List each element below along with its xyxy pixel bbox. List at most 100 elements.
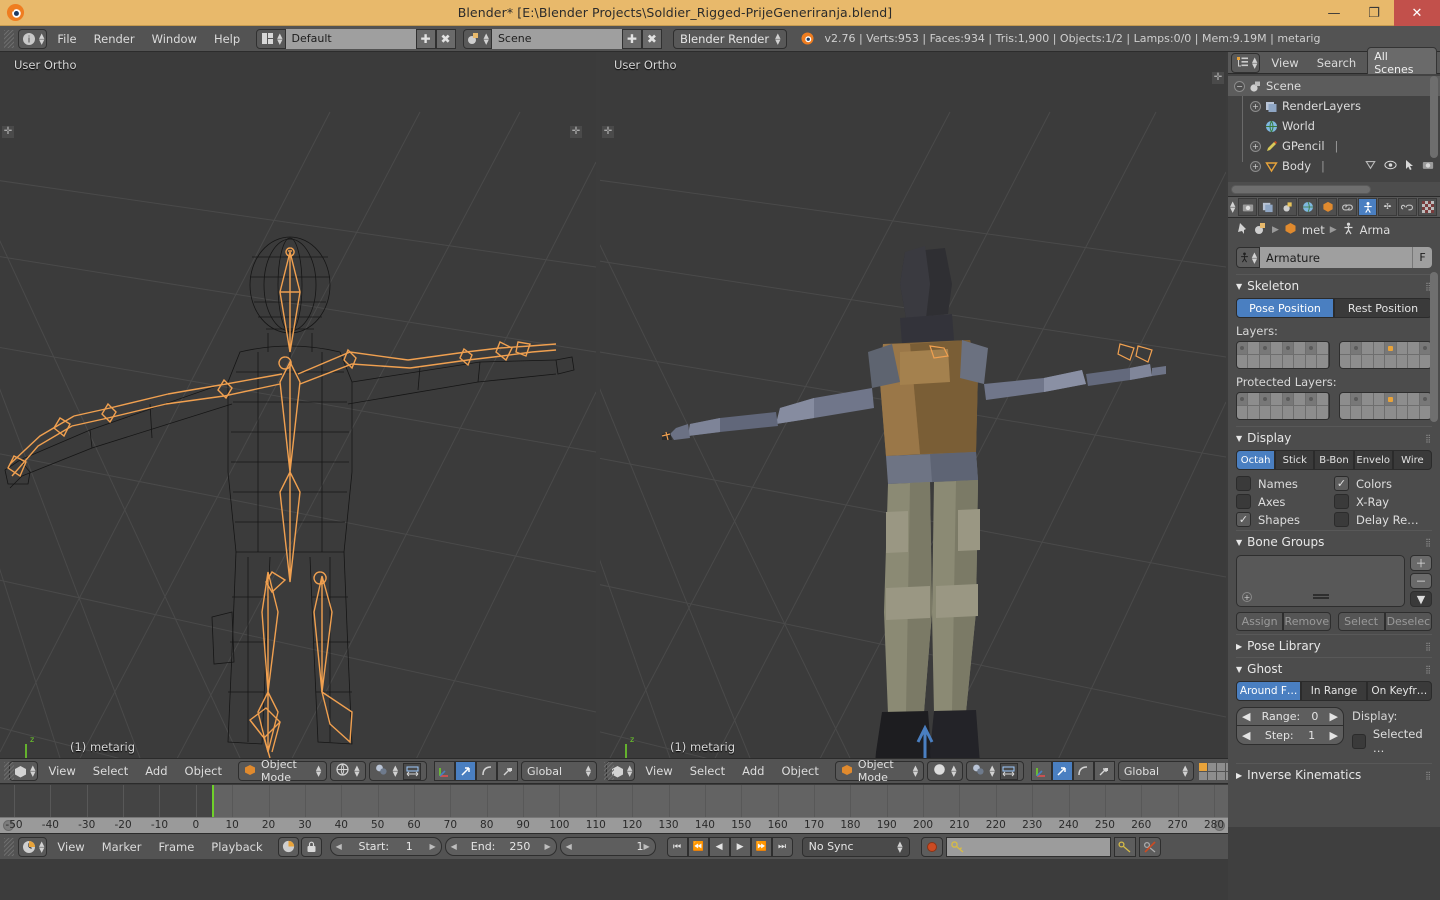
previous-keyframe-button[interactable]: ⏪ bbox=[687, 836, 709, 857]
timeline-playhead[interactable] bbox=[212, 785, 214, 817]
protected-layers-group-right[interactable] bbox=[1338, 392, 1432, 420]
minimize-button[interactable]: — bbox=[1314, 0, 1354, 26]
layer-cell[interactable] bbox=[1305, 355, 1318, 368]
editor-type-selector-info[interactable]: i ▲ ▼ bbox=[18, 28, 48, 49]
layer-cell[interactable] bbox=[1385, 355, 1397, 368]
next-keyframe-button[interactable]: ⏩ bbox=[750, 836, 772, 857]
snap-during-transform-icon[interactable] bbox=[999, 762, 1018, 780]
active-keying-set-field[interactable] bbox=[945, 836, 1111, 857]
properties-scrollbar[interactable] bbox=[1430, 272, 1438, 422]
armature-datablock-icon[interactable]: ▲ ▼ bbox=[1236, 247, 1260, 268]
protected-layers-group-left[interactable] bbox=[1236, 392, 1330, 420]
breadcrumb-object-name[interactable]: met bbox=[1302, 223, 1325, 237]
panel-drag-dots[interactable]: ⣿ bbox=[1425, 538, 1432, 547]
scene-tab[interactable] bbox=[1278, 198, 1298, 216]
jump-to-end-button[interactable]: ⏭ bbox=[771, 836, 793, 857]
armature-tab[interactable] bbox=[1358, 198, 1378, 216]
outliner-row-world[interactable]: World bbox=[1228, 116, 1440, 136]
panel-drag-dots[interactable]: ⣿ bbox=[1425, 665, 1432, 674]
material-tab[interactable] bbox=[1418, 198, 1438, 216]
properties-body[interactable]: ▲ ▼ Armature F ▼ Skeleton ⣿ Pose Position… bbox=[1228, 242, 1440, 827]
timeline-menu-frame[interactable]: Frame bbox=[151, 838, 201, 856]
bone-groups-list[interactable]: + bbox=[1236, 555, 1405, 607]
outliner-body[interactable]: − Scene + RenderLayers World + GPencil | + Body | bbox=[1228, 74, 1440, 182]
protected-layer-cell[interactable] bbox=[1282, 393, 1295, 406]
rotate-manipulator-button[interactable] bbox=[1072, 761, 1094, 781]
menu-help[interactable]: Help bbox=[207, 30, 247, 48]
fake-user-button[interactable]: F bbox=[1412, 247, 1432, 268]
layer-cell-active[interactable] bbox=[1385, 342, 1397, 355]
manipulator-toggle-button[interactable] bbox=[434, 761, 455, 781]
protected-layer-cell[interactable] bbox=[1350, 406, 1363, 419]
expand-collapse-icon[interactable]: + bbox=[1250, 160, 1261, 172]
protected-layer-cell[interactable] bbox=[1373, 406, 1386, 419]
remove-bone-group-button[interactable]: － bbox=[1410, 573, 1432, 589]
outliner-scrollbar-thumb[interactable] bbox=[1231, 184, 1371, 194]
delete-keyframe-button[interactable] bbox=[1138, 836, 1161, 857]
outliner-row-scene[interactable]: − Scene bbox=[1228, 76, 1440, 96]
frame-start-field[interactable]: ◀ Start: 1 ▶ bbox=[329, 837, 442, 856]
pin-icon[interactable] bbox=[1236, 222, 1249, 238]
rest-position-button[interactable]: Rest Position bbox=[1334, 298, 1432, 318]
chevron-right-icon[interactable]: ▶ bbox=[429, 842, 435, 851]
menu-file[interactable]: File bbox=[50, 30, 83, 48]
viewport-left-topleft-handle[interactable]: ✛ bbox=[2, 126, 14, 138]
checkbox-colors[interactable]: ✓ Colors bbox=[1334, 476, 1432, 491]
vp-right-menu-add[interactable]: Add bbox=[735, 762, 771, 780]
protected-layer-cell[interactable] bbox=[1237, 406, 1249, 419]
layer-cell[interactable] bbox=[1237, 355, 1249, 368]
add-screen-layout-button[interactable]: ✚ bbox=[415, 28, 436, 49]
ghost-mode-2-button[interactable]: On Keyfr… bbox=[1366, 681, 1432, 701]
protected-layer-cell[interactable] bbox=[1362, 393, 1374, 406]
viewport-left-topright-handle[interactable]: ✛ bbox=[570, 126, 582, 138]
deselect-button[interactable]: Deselec bbox=[1384, 612, 1432, 631]
layer-cell[interactable] bbox=[1294, 342, 1306, 355]
chevron-left-icon[interactable]: ◀ bbox=[566, 842, 572, 851]
vp-right-menu-view[interactable]: View bbox=[638, 762, 679, 780]
menu-render[interactable]: Render bbox=[87, 30, 142, 48]
checkbox-ghost-selected[interactable]: Selected … bbox=[1352, 727, 1432, 755]
delete-screen-layout-button[interactable]: ✖ bbox=[435, 28, 456, 49]
layer-cell[interactable] bbox=[1271, 342, 1283, 355]
layer-cell[interactable] bbox=[1317, 342, 1329, 355]
layer-cell[interactable] bbox=[1248, 355, 1260, 368]
rotate-manipulator-button[interactable] bbox=[476, 761, 497, 781]
vp-right-pivot-selector[interactable]: ▲ ▼ bbox=[965, 761, 1024, 781]
chevron-right-icon[interactable]: ▶ bbox=[1330, 729, 1338, 742]
layer-cell[interactable] bbox=[1282, 342, 1295, 355]
vp-right-menu-object[interactable]: Object bbox=[774, 762, 825, 780]
translate-manipulator-button[interactable] bbox=[455, 761, 476, 781]
ghost-mode-0-button[interactable]: Around F… bbox=[1236, 681, 1302, 701]
chevron-right-icon[interactable]: ▶ bbox=[643, 842, 649, 851]
maximize-button[interactable]: ❐ bbox=[1354, 0, 1394, 26]
menu-window[interactable]: Window bbox=[145, 30, 204, 48]
protected-layer-cell[interactable] bbox=[1350, 393, 1363, 406]
vp-left-menu-select[interactable]: Select bbox=[86, 762, 135, 780]
viewport-right-topleft-handle[interactable]: ✛ bbox=[602, 126, 614, 138]
expand-list-icon[interactable]: + bbox=[1242, 592, 1252, 602]
play-reverse-button[interactable]: ◀ bbox=[708, 836, 730, 857]
breadcrumb-armature-name[interactable]: Arma bbox=[1360, 223, 1391, 237]
layer-cell[interactable] bbox=[1271, 355, 1283, 368]
scene-name[interactable]: Scene bbox=[491, 28, 622, 49]
render-tab[interactable] bbox=[1238, 198, 1258, 216]
translate-manipulator-button[interactable] bbox=[1051, 761, 1073, 781]
layers-group-right[interactable] bbox=[1338, 341, 1432, 369]
timeline-menu-playback[interactable]: Playback bbox=[204, 838, 269, 856]
constraints-tab[interactable] bbox=[1338, 198, 1358, 216]
checkbox-axes-box[interactable] bbox=[1236, 494, 1251, 509]
panel-header-display[interactable]: ▼ Display ⣿ bbox=[1236, 426, 1432, 446]
manipulator-toggle-button[interactable] bbox=[1030, 761, 1052, 781]
protected-layer-cell[interactable] bbox=[1396, 393, 1409, 406]
vp-left-menu-view[interactable]: View bbox=[41, 762, 82, 780]
timeline-ruler[interactable]: -50 -40 -30 -20 -10 0 10 20 30 40 50 60 70 80 90 100 110… bbox=[0, 817, 1228, 833]
layer-cell[interactable] bbox=[1362, 355, 1374, 368]
timeline-menu-view[interactable]: View bbox=[50, 838, 91, 856]
checkbox-names-box[interactable] bbox=[1236, 476, 1251, 491]
chevron-updown-icon[interactable]: ▲ ▼ bbox=[1230, 201, 1235, 214]
expand-collapse-icon[interactable]: + bbox=[1250, 100, 1261, 112]
frame-end-field[interactable]: ◀ End: 250 ▶ bbox=[444, 837, 557, 856]
layer-cell[interactable] bbox=[1373, 355, 1386, 368]
vp-right-menu-select[interactable]: Select bbox=[683, 762, 732, 780]
layers-group-left[interactable] bbox=[1236, 341, 1330, 369]
